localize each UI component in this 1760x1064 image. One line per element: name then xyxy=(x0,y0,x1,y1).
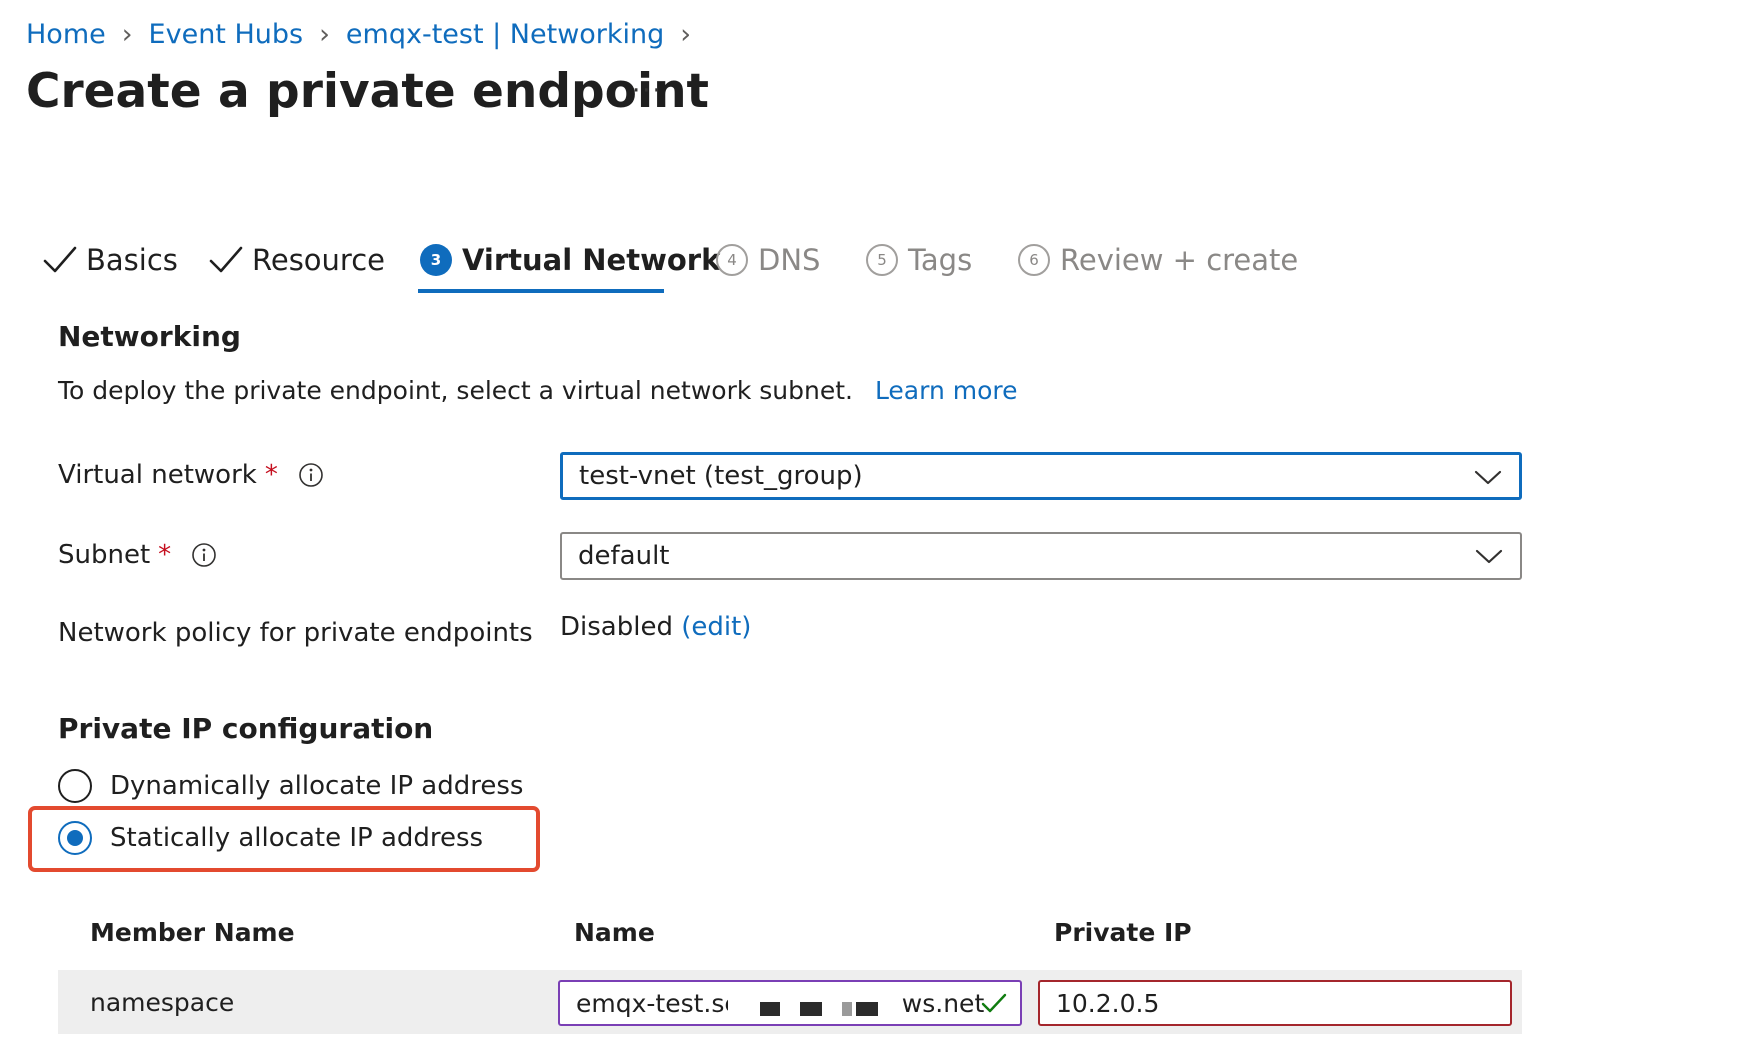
step-number-badge: 5 xyxy=(866,244,898,276)
chevron-down-icon xyxy=(1474,470,1502,485)
info-icon[interactable] xyxy=(298,462,324,488)
column-header-member-name: Member Name xyxy=(90,918,295,947)
checkmark-icon xyxy=(43,246,77,273)
private-ip-input[interactable]: 10.2.0.5 xyxy=(1038,980,1512,1026)
required-marker: * xyxy=(158,540,172,570)
breadcrumb: Home › Event Hubs › emqx-test | Networki… xyxy=(26,14,707,54)
edit-network-policy-link[interactable]: (edit) xyxy=(681,612,751,642)
radio-label: Dynamically allocate IP address xyxy=(110,771,524,801)
tab-label: Basics xyxy=(86,243,178,277)
step-number-badge: 3 xyxy=(420,244,452,276)
member-name-cell: namespace xyxy=(90,988,235,1017)
networking-heading: Networking xyxy=(58,320,241,353)
tab-virtual-network[interactable]: 3 Virtual Network xyxy=(420,236,720,284)
redaction-block xyxy=(800,1002,822,1016)
breadcrumb-event-hubs[interactable]: Event Hubs xyxy=(149,19,304,50)
radio-unchecked-icon[interactable] xyxy=(58,769,92,803)
info-icon[interactable] xyxy=(191,542,217,568)
learn-more-link[interactable]: Learn more xyxy=(875,376,1018,405)
network-policy-value: Disabled (edit) xyxy=(560,612,751,642)
valid-check-icon xyxy=(981,993,1007,1013)
name-input-suffix: ws.net xyxy=(901,988,985,1018)
description-text: To deploy the private endpoint, select a… xyxy=(58,376,853,405)
required-marker: * xyxy=(264,460,278,490)
breadcrumb-home[interactable]: Home xyxy=(26,19,106,50)
tab-label: Review + create xyxy=(1060,243,1299,277)
tab-dns[interactable]: 4 DNS xyxy=(716,236,820,284)
tab-tags[interactable]: 5 Tags xyxy=(866,236,972,284)
network-policy-status: Disabled xyxy=(560,612,673,642)
redaction-block xyxy=(842,1002,852,1016)
annotation-highlight-box xyxy=(28,806,540,872)
checkmark-icon xyxy=(209,246,243,273)
redaction-block xyxy=(760,1002,780,1016)
networking-description: To deploy the private endpoint, select a… xyxy=(58,376,1018,405)
redaction-block xyxy=(856,1002,878,1016)
virtual-network-label: Virtual network * xyxy=(58,460,324,490)
tab-label: Virtual Network xyxy=(462,243,721,277)
tab-label: Resource xyxy=(252,243,385,277)
private-ip-heading: Private IP configuration xyxy=(58,712,434,745)
chevron-right-icon: › xyxy=(680,18,692,50)
virtual-network-label-text: Virtual network xyxy=(58,460,257,490)
chevron-right-icon: › xyxy=(121,18,133,50)
breadcrumb-networking[interactable]: emqx-test | Networking xyxy=(346,19,664,50)
tab-basics[interactable]: Basics xyxy=(42,236,178,284)
subnet-label-text: Subnet xyxy=(58,540,151,570)
private-ip-value: 10.2.0.5 xyxy=(1056,988,1160,1018)
virtual-network-value: test-vnet (test_group) xyxy=(579,461,863,491)
tab-resource[interactable]: Resource xyxy=(208,236,385,284)
step-number-badge: 4 xyxy=(716,244,748,276)
column-header-name: Name xyxy=(574,918,655,947)
tab-label: Tags xyxy=(908,243,973,277)
radio-dynamic-ip[interactable]: Dynamically allocate IP address xyxy=(58,766,523,806)
more-options-button[interactable]: ··· xyxy=(632,76,663,106)
name-input-prefix: emqx-test.se xyxy=(576,988,740,1018)
page-title: Create a private endpoint xyxy=(26,64,709,119)
chevron-right-icon: › xyxy=(319,18,330,50)
subnet-dropdown[interactable]: default xyxy=(560,532,1522,580)
tab-review-create[interactable]: 6 Review + create xyxy=(1018,236,1298,284)
tab-label: DNS xyxy=(758,243,821,277)
subnet-label: Subnet * xyxy=(58,540,217,570)
virtual-network-dropdown[interactable]: test-vnet (test_group) xyxy=(560,452,1522,500)
step-number-badge: 6 xyxy=(1018,244,1050,276)
subnet-value: default xyxy=(578,541,670,571)
column-header-private-ip: Private IP xyxy=(1054,918,1192,947)
chevron-down-icon xyxy=(1475,549,1503,564)
active-tab-indicator xyxy=(418,289,664,293)
network-policy-label: Network policy for private endpoints xyxy=(58,618,533,648)
